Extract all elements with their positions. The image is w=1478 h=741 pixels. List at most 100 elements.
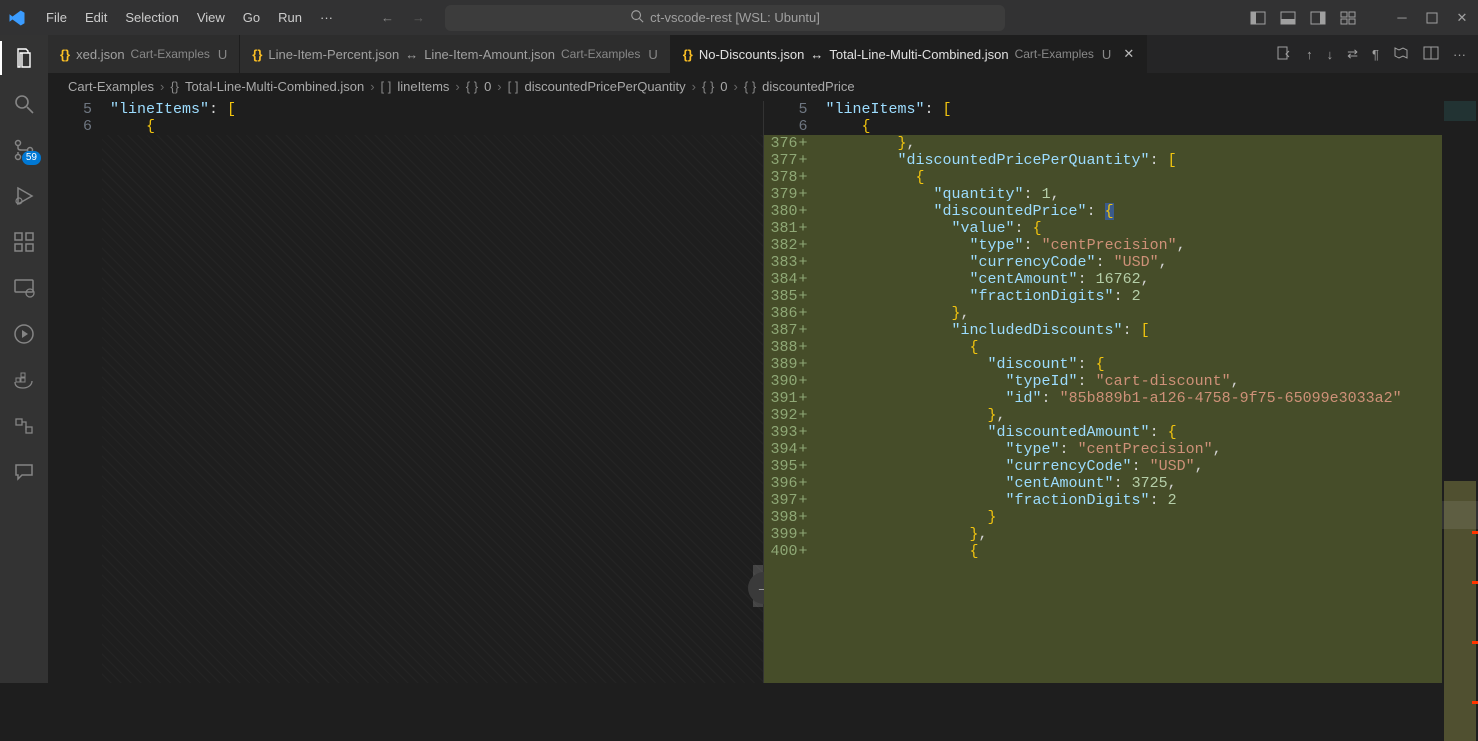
remote-explorer-icon[interactable] [11, 275, 37, 301]
command-center[interactable]: ct-vscode-rest [WSL: Ubuntu] [445, 5, 1005, 31]
tab[interactable]: {}No-Discounts.json↔Total-Line-Multi-Com… [671, 35, 1147, 73]
code-line[interactable]: 391+ "id": "85b889b1-a126-4758-9f75-6509… [764, 390, 1478, 407]
explorer-icon[interactable] [11, 45, 37, 71]
code-line[interactable]: 400+ { [764, 543, 1478, 560]
next-change-icon[interactable]: ↓ [1327, 47, 1334, 62]
code-line[interactable]: 385+ "fractionDigits": 2 [764, 288, 1478, 305]
right-code-area[interactable]: 376+ },377+ "discountedPricePerQuantity"… [764, 135, 1478, 683]
code-line[interactable]: 388+ { [764, 339, 1478, 356]
code-line[interactable]: 394+ "type": "centPrecision", [764, 441, 1478, 458]
minimap[interactable] [1442, 101, 1478, 683]
code-line[interactable]: 397+ "fractionDigits": 2 [764, 492, 1478, 509]
chat-icon[interactable] [11, 459, 37, 485]
swap-icon[interactable]: ⇄ [1347, 46, 1358, 62]
line-number: 381+ [764, 220, 818, 237]
breadcrumb-item[interactable]: 0 [484, 79, 491, 94]
code-line[interactable]: 387+ "includedDiscounts": [ [764, 322, 1478, 339]
left-code-area[interactable] [48, 135, 763, 683]
breadcrumb-item[interactable]: discountedPrice [762, 79, 855, 94]
line-content: "fractionDigits": 2 [818, 492, 1177, 509]
code-line[interactable]: 379+ "quantity": 1, [764, 186, 1478, 203]
code-line[interactable]: 377+ "discountedPricePerQuantity": [ [764, 152, 1478, 169]
code-line[interactable]: 384+ "centAmount": 16762, [764, 271, 1478, 288]
customize-layout-icon[interactable] [1340, 10, 1356, 26]
menu-file[interactable]: File [38, 6, 75, 29]
code-line[interactable]: 381+ "value": { [764, 220, 1478, 237]
code-line[interactable]: 378+ { [764, 169, 1478, 186]
line-content: "lineItems": [ [102, 101, 236, 118]
code-line[interactable]: 386+ }, [764, 305, 1478, 322]
source-control-icon[interactable]: 59 [11, 137, 37, 163]
menu-view[interactable]: View [189, 6, 233, 29]
breadcrumb-item[interactable]: 0 [720, 79, 727, 94]
code-line[interactable]: 5"lineItems": [ [48, 101, 763, 118]
code-line[interactable]: 390+ "typeId": "cart-discount", [764, 373, 1478, 390]
breadcrumb-item[interactable]: discountedPricePerQuantity [524, 79, 685, 94]
layout-panel-icon[interactable] [1280, 10, 1296, 26]
nav-forward-icon[interactable]: → [412, 10, 425, 25]
line-number: 398+ [764, 509, 818, 526]
breadcrumb-separator-icon: › [734, 79, 738, 94]
nav-back-icon[interactable]: ← [381, 10, 394, 25]
code-line[interactable]: 392+ }, [764, 407, 1478, 424]
tab[interactable]: {}xed.jsonCart-ExamplesU [48, 35, 240, 73]
line-content: "typeId": "cart-discount", [818, 373, 1240, 390]
code-line[interactable]: 5"lineItems": [ [764, 101, 1478, 118]
code-line[interactable]: 393+ "discountedAmount": { [764, 424, 1478, 441]
layout-sidebar-left-icon[interactable] [1250, 10, 1266, 26]
line-content: "id": "85b889b1-a126-4758-9f75-65099e303… [818, 390, 1402, 407]
search-activity-icon[interactable] [11, 91, 37, 117]
code-line[interactable]: 383+ "currencyCode": "USD", [764, 254, 1478, 271]
menu-···[interactable]: ··· [312, 6, 341, 29]
minimize-icon[interactable]: ─ [1394, 10, 1410, 26]
menu-edit[interactable]: Edit [77, 6, 115, 29]
workbench: 59 {}xed.jsonCart-ExamplesU{}Line-Item-P… [0, 35, 1478, 683]
code-line[interactable]: 6 { [48, 118, 763, 135]
prev-change-icon[interactable]: ↑ [1306, 47, 1313, 62]
close-window-icon[interactable]: ✕ [1454, 10, 1470, 26]
line-content: }, [818, 407, 1006, 424]
breadcrumb-item[interactable]: Cart-Examples [68, 79, 154, 94]
breadcrumb-item[interactable]: lineItems [397, 79, 449, 94]
go-to-file-icon[interactable] [1276, 45, 1292, 64]
diff-right-pane: → 5"lineItems": [6 { 376+ },377+ "discou… [764, 101, 1478, 683]
more-actions-icon[interactable]: ··· [1453, 47, 1466, 62]
code-line[interactable]: 396+ "centAmount": 3725, [764, 475, 1478, 492]
layout-sidebar-right-icon[interactable] [1310, 10, 1326, 26]
breadcrumb-item[interactable]: Total-Line-Multi-Combined.json [185, 79, 364, 94]
whitespace-icon[interactable]: ¶ [1372, 47, 1379, 62]
close-tab-icon[interactable]: ✕ [1123, 46, 1134, 62]
extensions-icon[interactable] [11, 229, 37, 255]
code-line[interactable]: 382+ "type": "centPrecision", [764, 237, 1478, 254]
scm-badge: 59 [22, 151, 41, 165]
docker-icon[interactable] [11, 367, 37, 393]
tab-modified: U [218, 47, 227, 62]
code-line[interactable]: 6 { [764, 118, 1478, 135]
nav-arrows: ← → [381, 10, 425, 25]
line-content: "value": { [818, 220, 1042, 237]
timeline-icon[interactable] [11, 321, 37, 347]
run-debug-icon[interactable] [11, 183, 37, 209]
code-line[interactable]: 380+ "discountedPrice": { [764, 203, 1478, 220]
tabs-row: {}xed.jsonCart-ExamplesU{}Line-Item-Perc… [48, 35, 1478, 73]
maximize-icon[interactable] [1424, 10, 1440, 26]
code-line[interactable]: 376+ }, [764, 135, 1478, 152]
menu-selection[interactable]: Selection [117, 6, 186, 29]
line-number: 380+ [764, 203, 818, 220]
ports-icon[interactable] [11, 413, 37, 439]
tab-right-title: Total-Line-Multi-Combined.json [829, 47, 1008, 62]
map-icon[interactable] [1393, 45, 1409, 64]
menu-run[interactable]: Run [270, 6, 310, 29]
menu-go[interactable]: Go [235, 6, 268, 29]
line-number: 392+ [764, 407, 818, 424]
editor-group: {}xed.jsonCart-ExamplesU{}Line-Item-Perc… [48, 35, 1478, 683]
code-line[interactable]: 389+ "discount": { [764, 356, 1478, 373]
tab[interactable]: {}Line-Item-Percent.json↔Line-Item-Amoun… [240, 35, 670, 73]
diff-left-pane: 5"lineItems": [6 { [48, 101, 764, 683]
breadcrumb[interactable]: Cart-Examples›{}Total-Line-Multi-Combine… [48, 73, 1478, 101]
code-line[interactable]: 395+ "currencyCode": "USD", [764, 458, 1478, 475]
breadcrumb-separator-icon: › [455, 79, 459, 94]
split-icon[interactable] [1423, 45, 1439, 64]
code-line[interactable]: 398+ } [764, 509, 1478, 526]
code-line[interactable]: 399+ }, [764, 526, 1478, 543]
